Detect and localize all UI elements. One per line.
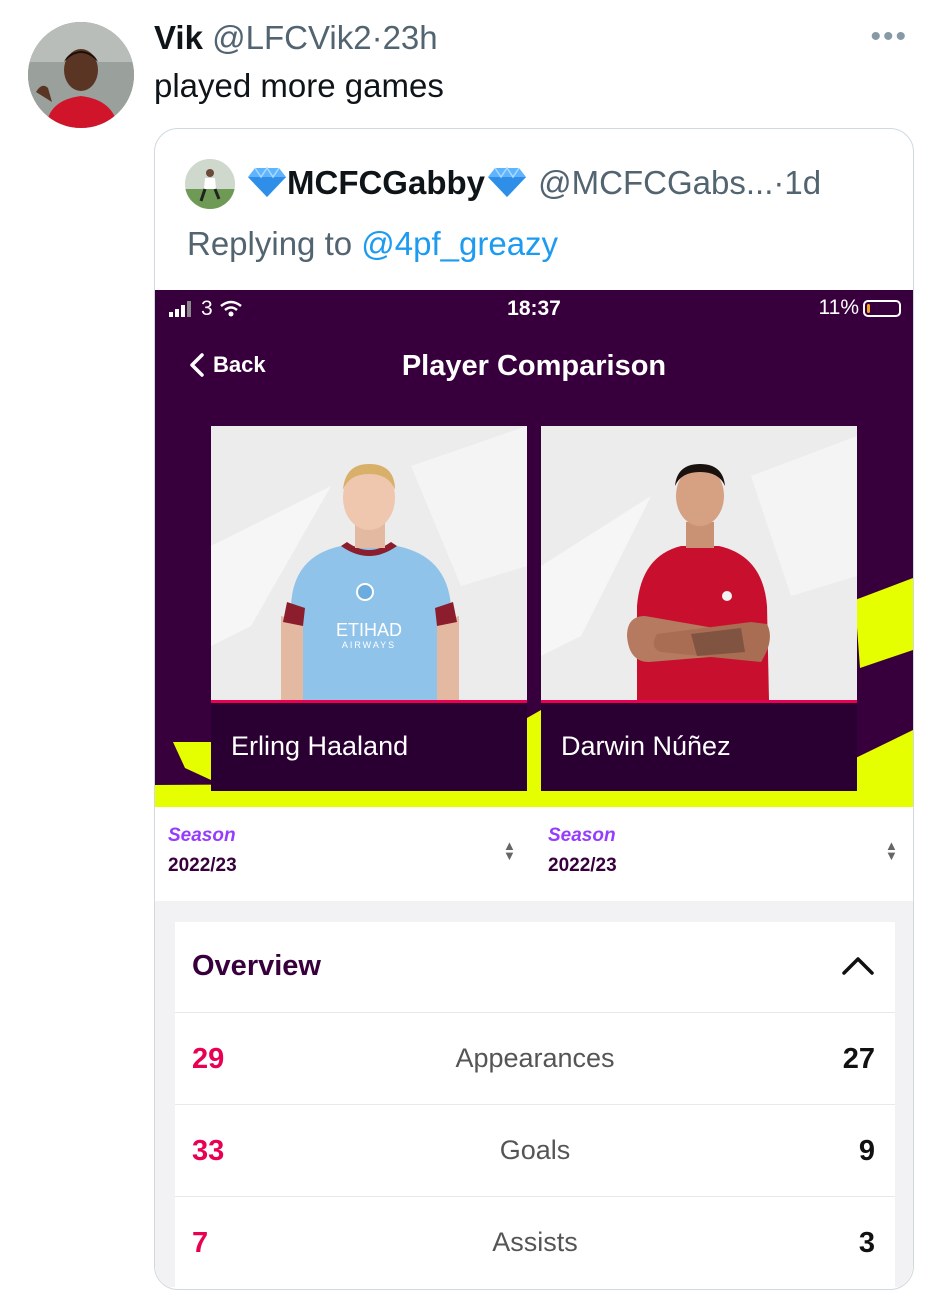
shirt-sponsor-subtext: AIRWAYS [342,640,396,650]
stat-label: Assists [492,1227,578,1257]
overview-title: Overview [192,950,321,982]
quoted-author-handle[interactable]: @MCFCGabs... [538,164,773,201]
comparison-header-panel: 3 18:37 11% Back Player Comparison ETIHA… [155,290,913,807]
player-nameplate-right: Darwin Núñez [541,700,857,791]
quoted-header-separator: · [773,164,785,201]
season-value-right: 2022/23 [548,855,617,876]
player-photo-haaland: ETIHAD AIRWAYS [211,426,527,700]
overview-header[interactable]: Overview [175,922,895,1012]
attached-screenshot[interactable]: 3 18:37 11% Back Player Comparison ETIHA… [155,290,913,1287]
status-bar: 3 18:37 11% [155,290,913,328]
replying-to-prefix: Replying to [187,225,353,262]
player-name-right: Darwin Núñez [561,731,731,761]
diamond-icon [485,166,529,207]
tweet-age[interactable]: 23h [383,19,438,56]
app-nav-bar: Back Player Comparison [155,340,913,400]
sort-arrows-icon[interactable]: ▲ ▼ [503,839,516,862]
stat-label: Appearances [455,1043,615,1073]
diamond-icon [247,166,287,207]
battery-icon [863,299,901,317]
stat-right-value: 3 [858,1227,875,1259]
player-photo-nunez [541,426,857,700]
header-separator: · [371,19,383,56]
stat-label: Goals [499,1135,571,1165]
player-card-left[interactable]: ETIHAD AIRWAYS Erling Haaland [211,426,527,791]
stat-right-value: 9 [858,1135,875,1167]
chevron-up-icon[interactable] [841,954,875,976]
author-avatar[interactable] [28,22,134,128]
battery-level-fill [867,303,870,313]
season-select-right[interactable]: Season 2022/23 [548,825,617,877]
replying-to-handle[interactable]: @4pf_greazy [361,225,558,262]
stat-row-assists: 7 Assists 3 [175,1196,895,1287]
player-nameplate-left: Erling Haaland [211,700,527,791]
status-time: 18:37 [507,297,561,320]
tweet-text: played more games [154,67,444,104]
sort-arrows-icon[interactable]: ▲ ▼ [885,839,898,862]
author-name[interactable]: Vik [154,19,203,56]
quoted-tweet-age[interactable]: 1d [784,164,821,201]
battery-percent: 11% [818,296,859,319]
season-select-left[interactable]: Season 2022/23 [168,825,237,877]
replying-to-line: Replying to @4pf_greazy [187,223,558,265]
battery-indicator: 11% [819,296,901,320]
stat-right-value: 27 [842,1043,875,1075]
season-label-right: Season [548,825,616,846]
player-name-left: Erling Haaland [231,731,409,761]
season-selector-row: Season 2022/23 ▲ ▼ Season 2022/23 ▲ ▼ [155,807,913,901]
more-options-icon[interactable]: ••• [870,20,908,54]
shirt-sponsor-text: ETIHAD [336,620,402,640]
season-value-left: 2022/23 [168,855,237,876]
author-handle[interactable]: @LFCVik2 [212,19,371,56]
season-label-left: Season [168,825,236,846]
quoted-author-avatar[interactable] [185,159,235,209]
quoted-tweet-header: MCFCGabby @MCFCGabs...·1d [247,163,821,207]
quoted-tweet-card[interactable]: MCFCGabby @MCFCGabs...·1d Replying to @4… [154,128,914,1290]
stat-row-appearances: 29 Appearances 27 [175,1012,895,1105]
page-title: Player Comparison [401,350,667,382]
overview-panel: Overview 29 Appearances 27 33 Goals 9 7 … [175,922,895,1287]
tweet-header: Vik @LFCVik2·23h [154,18,438,58]
stat-row-goals: 33 Goals 9 [175,1104,895,1197]
player-card-right[interactable]: Darwin Núñez [541,426,857,791]
quoted-author-name[interactable]: MCFCGabby [287,164,485,201]
